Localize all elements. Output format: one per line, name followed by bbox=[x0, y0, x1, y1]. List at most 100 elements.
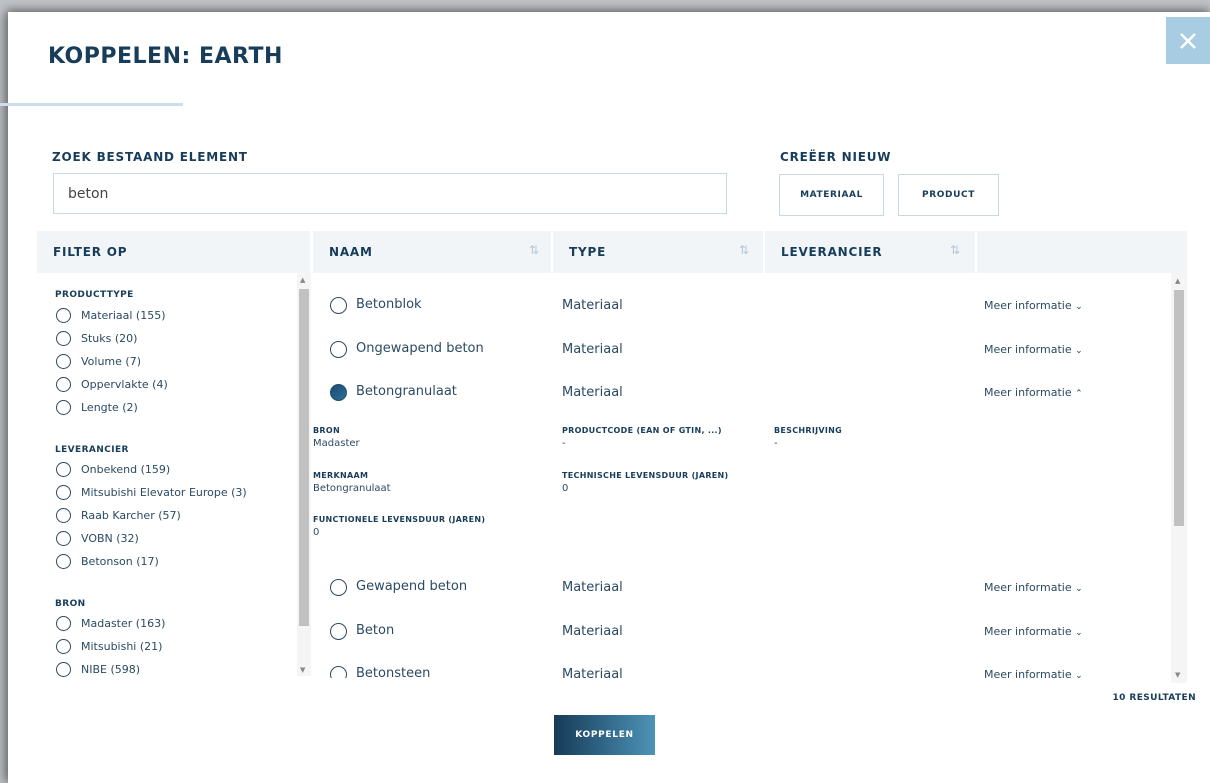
row-detail: BRON Madaster PRODUCTCODE (EAN OF GTIN, … bbox=[313, 421, 1171, 551]
results-list: Betonblok Materiaal Meer informatie ⌄ On… bbox=[313, 273, 1171, 678]
more-info-link[interactable]: Meer informatie ⌄ bbox=[984, 299, 1083, 312]
more-info-link[interactable]: Meer informatie ⌄ bbox=[984, 343, 1083, 356]
sort-icon[interactable]: ⇅ bbox=[739, 243, 749, 257]
radio-icon[interactable] bbox=[330, 384, 347, 401]
more-info-link[interactable]: Meer informatie ⌄ bbox=[984, 625, 1083, 638]
column-divider bbox=[975, 231, 977, 273]
filter-option[interactable]: Mitsubishi (21) bbox=[56, 637, 162, 655]
create-product-button[interactable]: PRODUCT bbox=[898, 174, 999, 216]
detail-label: PRODUCTCODE (EAN OF GTIN, ...) bbox=[562, 426, 722, 435]
radio-icon[interactable] bbox=[330, 297, 347, 314]
filter-option[interactable]: Raab Karcher (57) bbox=[56, 506, 181, 524]
radio-icon[interactable] bbox=[330, 666, 347, 678]
filter-option[interactable]: Materiaal (155) bbox=[56, 306, 166, 324]
table-row[interactable]: Betonsteen Materiaal Meer informatie ⌄ bbox=[313, 654, 1171, 678]
close-button[interactable] bbox=[1166, 17, 1210, 64]
filter-option-label: Mitsubishi Elevator Europe (3) bbox=[81, 485, 247, 499]
column-leverancier[interactable]: LEVERANCIER ⇅ bbox=[765, 231, 975, 273]
table-row[interactable]: Gewapend beton Materiaal Meer informatie… bbox=[313, 567, 1171, 607]
filter-option[interactable]: Madaster (163) bbox=[56, 614, 165, 632]
detail-value: - bbox=[562, 438, 566, 449]
radio-icon bbox=[56, 661, 71, 677]
table-row[interactable]: Beton Materiaal Meer informatie ⌄ bbox=[313, 611, 1171, 651]
radio-icon bbox=[56, 376, 71, 392]
filter-option[interactable]: VOBN (32) bbox=[56, 529, 139, 547]
radio-icon bbox=[56, 615, 71, 631]
row-type: Materiaal bbox=[562, 385, 623, 400]
chevron-up-icon: ⌃ bbox=[1075, 389, 1083, 399]
filter-option[interactable]: Volume (7) bbox=[56, 352, 141, 370]
scroll-up-icon[interactable]: ▲ bbox=[1175, 277, 1180, 285]
row-type: Materiaal bbox=[562, 298, 623, 313]
more-info-link[interactable]: Meer informatie ⌃ bbox=[984, 386, 1083, 399]
sort-icon[interactable]: ⇅ bbox=[950, 243, 960, 257]
detail-value: Madaster bbox=[313, 438, 360, 449]
create-new-label: CREËER NIEUW bbox=[780, 150, 892, 164]
filter-panel: PRODUCTTYPE Materiaal (155) Stuks (20) V… bbox=[37, 273, 297, 678]
column-leverancier-label: LEVERANCIER bbox=[781, 245, 883, 259]
radio-icon[interactable] bbox=[330, 579, 347, 596]
column-naam[interactable]: NAAM ⇅ bbox=[313, 231, 551, 273]
scroll-down-icon[interactable]: ▼ bbox=[1175, 671, 1180, 679]
column-type[interactable]: TYPE ⇅ bbox=[553, 231, 763, 273]
row-type: Materiaal bbox=[562, 624, 623, 639]
create-materiaal-button[interactable]: MATERIAAL bbox=[779, 174, 884, 216]
scroll-thumb[interactable] bbox=[1174, 290, 1184, 526]
column-naam-label: NAAM bbox=[329, 245, 373, 259]
filter-header: FILTER OP bbox=[37, 231, 310, 273]
filter-option[interactable]: Onbekend (159) bbox=[56, 460, 170, 478]
radio-icon[interactable] bbox=[330, 341, 347, 358]
row-name: Ongewapend beton bbox=[356, 341, 484, 356]
chevron-down-icon: ⌄ bbox=[1075, 302, 1083, 312]
table-row[interactable]: Ongewapend beton Materiaal Meer informat… bbox=[313, 329, 1171, 369]
radio-icon bbox=[56, 484, 71, 500]
filter-option[interactable]: Stuks (20) bbox=[56, 329, 137, 347]
more-info-link[interactable]: Meer informatie ⌄ bbox=[984, 581, 1083, 594]
filter-option-label: Betonson (17) bbox=[81, 554, 159, 568]
results-scrollbar[interactable]: ▲ ▼ bbox=[1171, 273, 1187, 683]
detail-label: MERKNAAM bbox=[313, 471, 369, 480]
search-input[interactable] bbox=[53, 173, 727, 214]
filter-option-label: Stuks (20) bbox=[81, 331, 138, 345]
scroll-thumb[interactable] bbox=[299, 289, 309, 626]
filter-group-title: LEVERANCIER bbox=[55, 445, 129, 455]
radio-icon bbox=[56, 638, 71, 654]
row-type: Materiaal bbox=[562, 342, 623, 357]
table-row-selected[interactable]: Betongranulaat Materiaal Meer informatie… bbox=[313, 372, 1171, 412]
radio-icon[interactable] bbox=[330, 623, 347, 640]
chevron-down-icon: ⌄ bbox=[1075, 346, 1083, 356]
row-name: Gewapend beton bbox=[356, 579, 468, 594]
filter-option-label: Lengte (2) bbox=[81, 400, 138, 414]
filter-option-label: Raab Karcher (57) bbox=[81, 508, 181, 522]
filter-group-title: BRON bbox=[55, 599, 86, 609]
filter-option[interactable]: NIBE (598) bbox=[56, 660, 140, 678]
filter-option-label: Materiaal (155) bbox=[81, 308, 166, 322]
detail-value: 0 bbox=[313, 527, 320, 538]
filter-option-label: Madaster (163) bbox=[81, 616, 166, 630]
scroll-up-icon[interactable]: ▲ bbox=[300, 276, 305, 284]
detail-label: BRON bbox=[313, 426, 340, 435]
detail-value: - bbox=[774, 438, 778, 449]
sort-icon[interactable]: ⇅ bbox=[529, 243, 539, 257]
search-label: ZOEK BESTAAND ELEMENT bbox=[52, 150, 248, 164]
filter-scrollbar[interactable]: ▲ ▼ bbox=[297, 273, 311, 676]
radio-icon bbox=[56, 353, 71, 369]
scroll-down-icon[interactable]: ▼ bbox=[300, 666, 305, 674]
chevron-down-icon: ⌄ bbox=[1075, 584, 1083, 594]
koppelen-button[interactable]: KOPPELEN bbox=[554, 715, 655, 755]
filter-header-label: FILTER OP bbox=[53, 245, 128, 259]
row-type: Materiaal bbox=[562, 580, 623, 595]
filter-option-label: VOBN (32) bbox=[81, 531, 139, 545]
filter-option[interactable]: Oppervlakte (4) bbox=[56, 375, 168, 393]
filter-option-label: Onbekend (159) bbox=[81, 462, 171, 476]
row-name: Betongranulaat bbox=[356, 384, 457, 399]
filter-option[interactable]: Lengte (2) bbox=[56, 398, 138, 416]
radio-icon bbox=[56, 307, 71, 323]
filter-option-label: Oppervlakte (4) bbox=[81, 377, 168, 391]
table-row[interactable]: Betonblok Materiaal Meer informatie ⌄ bbox=[313, 285, 1171, 325]
filter-option[interactable]: Mitsubishi Elevator Europe (3) bbox=[56, 483, 247, 501]
chevron-down-icon: ⌄ bbox=[1075, 671, 1083, 678]
more-info-link[interactable]: Meer informatie ⌄ bbox=[984, 668, 1083, 678]
filter-option[interactable]: Betonson (17) bbox=[56, 552, 159, 570]
filter-option-label: NIBE (598) bbox=[81, 662, 141, 676]
